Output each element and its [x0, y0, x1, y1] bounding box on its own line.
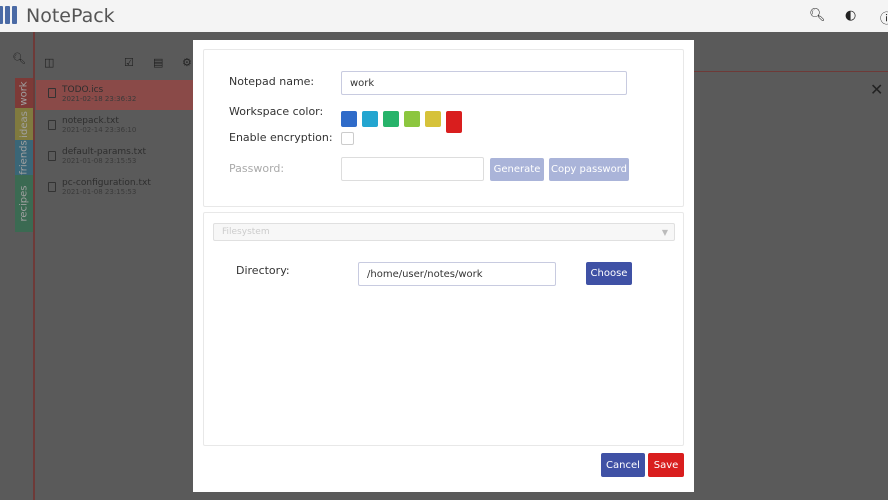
file-time: 2021-02-14 23:36:10: [62, 126, 137, 134]
save-button[interactable]: Save: [648, 453, 684, 477]
generate-button[interactable]: Generate: [490, 158, 544, 181]
file-item[interactable]: TODO.ics 2021-02-18 23:36:32: [36, 80, 193, 110]
tab-label: friends: [18, 140, 30, 175]
choose-button[interactable]: Choose: [586, 262, 632, 285]
tab-recipes[interactable]: recipes: [15, 175, 33, 232]
encryption-label: Enable encryption:: [229, 131, 333, 144]
file-time: 2021-02-18 23:36:32: [62, 95, 137, 103]
file-name: default-params.txt: [62, 147, 147, 157]
encryption-checkbox[interactable]: [341, 132, 354, 145]
check-note-icon[interactable]: ☑: [124, 56, 134, 69]
file-time: 2021-01-08 23:15:53: [62, 157, 137, 165]
password-input[interactable]: [341, 157, 484, 181]
directory-label: Directory:: [236, 264, 290, 277]
divider: [694, 71, 888, 72]
file-item[interactable]: default-params.txt 2021-01-08 23:15:53: [36, 143, 193, 173]
notepad-settings-dialog: Notepad name: work Workspace color: Enab…: [193, 40, 694, 492]
tab-label: ideas: [18, 110, 30, 138]
color-swatch-lime[interactable]: [404, 111, 420, 127]
notepad-sidebar: 🔍︎ work ideas friends recipes: [0, 32, 35, 500]
color-swatch-red-selected[interactable]: [446, 111, 462, 133]
close-icon[interactable]: ✕: [870, 80, 883, 99]
storage-type-value: Filesystem: [222, 227, 270, 237]
file-icon: [48, 182, 56, 192]
file-name: notepack.txt: [62, 116, 119, 126]
color-swatch-green[interactable]: [383, 111, 399, 127]
search-icon[interactable]: 🔍︎: [12, 52, 26, 65]
directory-input[interactable]: /home/user/notes/work: [358, 262, 556, 286]
tab-work[interactable]: work: [15, 78, 33, 108]
file-icon: [48, 120, 56, 130]
chevron-down-icon: ▼: [661, 227, 668, 237]
new-file-icon[interactable]: ◫: [44, 56, 54, 69]
password-label: Password:: [229, 162, 285, 175]
tab-friends[interactable]: friends: [15, 140, 33, 175]
color-swatch-yellow[interactable]: [425, 111, 441, 127]
theme-toggle-icon[interactable]: ◐: [845, 8, 856, 23]
file-time: 2021-01-08 23:15:53: [62, 188, 137, 196]
color-label: Workspace color:: [229, 105, 324, 118]
color-swatch-blue[interactable]: [341, 111, 357, 127]
tab-ideas[interactable]: ideas: [15, 108, 33, 140]
copy-password-button[interactable]: Copy password: [549, 158, 629, 181]
tab-label: recipes: [18, 185, 30, 222]
app-title: NotePack: [26, 5, 115, 27]
notepad-name-input[interactable]: work: [341, 71, 627, 95]
name-label: Notepad name:: [229, 75, 315, 88]
import-note-icon[interactable]: ▤: [153, 56, 163, 69]
search-icon[interactable]: 🔍︎: [809, 8, 826, 23]
settings-icon[interactable]: ⚙: [182, 56, 192, 69]
color-swatch-cyan[interactable]: [362, 111, 378, 127]
app-header: NotePack 🔍︎ ◐ ⓘ: [0, 0, 888, 32]
info-icon[interactable]: ⓘ: [880, 8, 888, 27]
file-icon: [48, 88, 56, 98]
general-section: Notepad name: work Workspace color: Enab…: [203, 49, 684, 207]
storage-section: Filesystem ▼ Directory: /home/user/notes/…: [203, 212, 684, 446]
file-name: pc-configuration.txt: [62, 178, 151, 188]
cancel-button[interactable]: Cancel: [601, 453, 645, 477]
file-item[interactable]: pc-configuration.txt 2021-01-08 23:15:53: [36, 174, 193, 204]
file-icon: [48, 151, 56, 161]
file-name: TODO.ics: [62, 85, 104, 95]
tab-label: work: [18, 80, 30, 106]
file-list: ◫ ☑ ▤ ⚙ TODO.ics 2021-02-18 23:36:32 note…: [36, 32, 193, 500]
notepack-logo: [0, 6, 18, 26]
file-item[interactable]: notepack.txt 2021-02-14 23:36:10: [36, 112, 193, 142]
storage-type-select[interactable]: Filesystem ▼: [213, 223, 675, 241]
